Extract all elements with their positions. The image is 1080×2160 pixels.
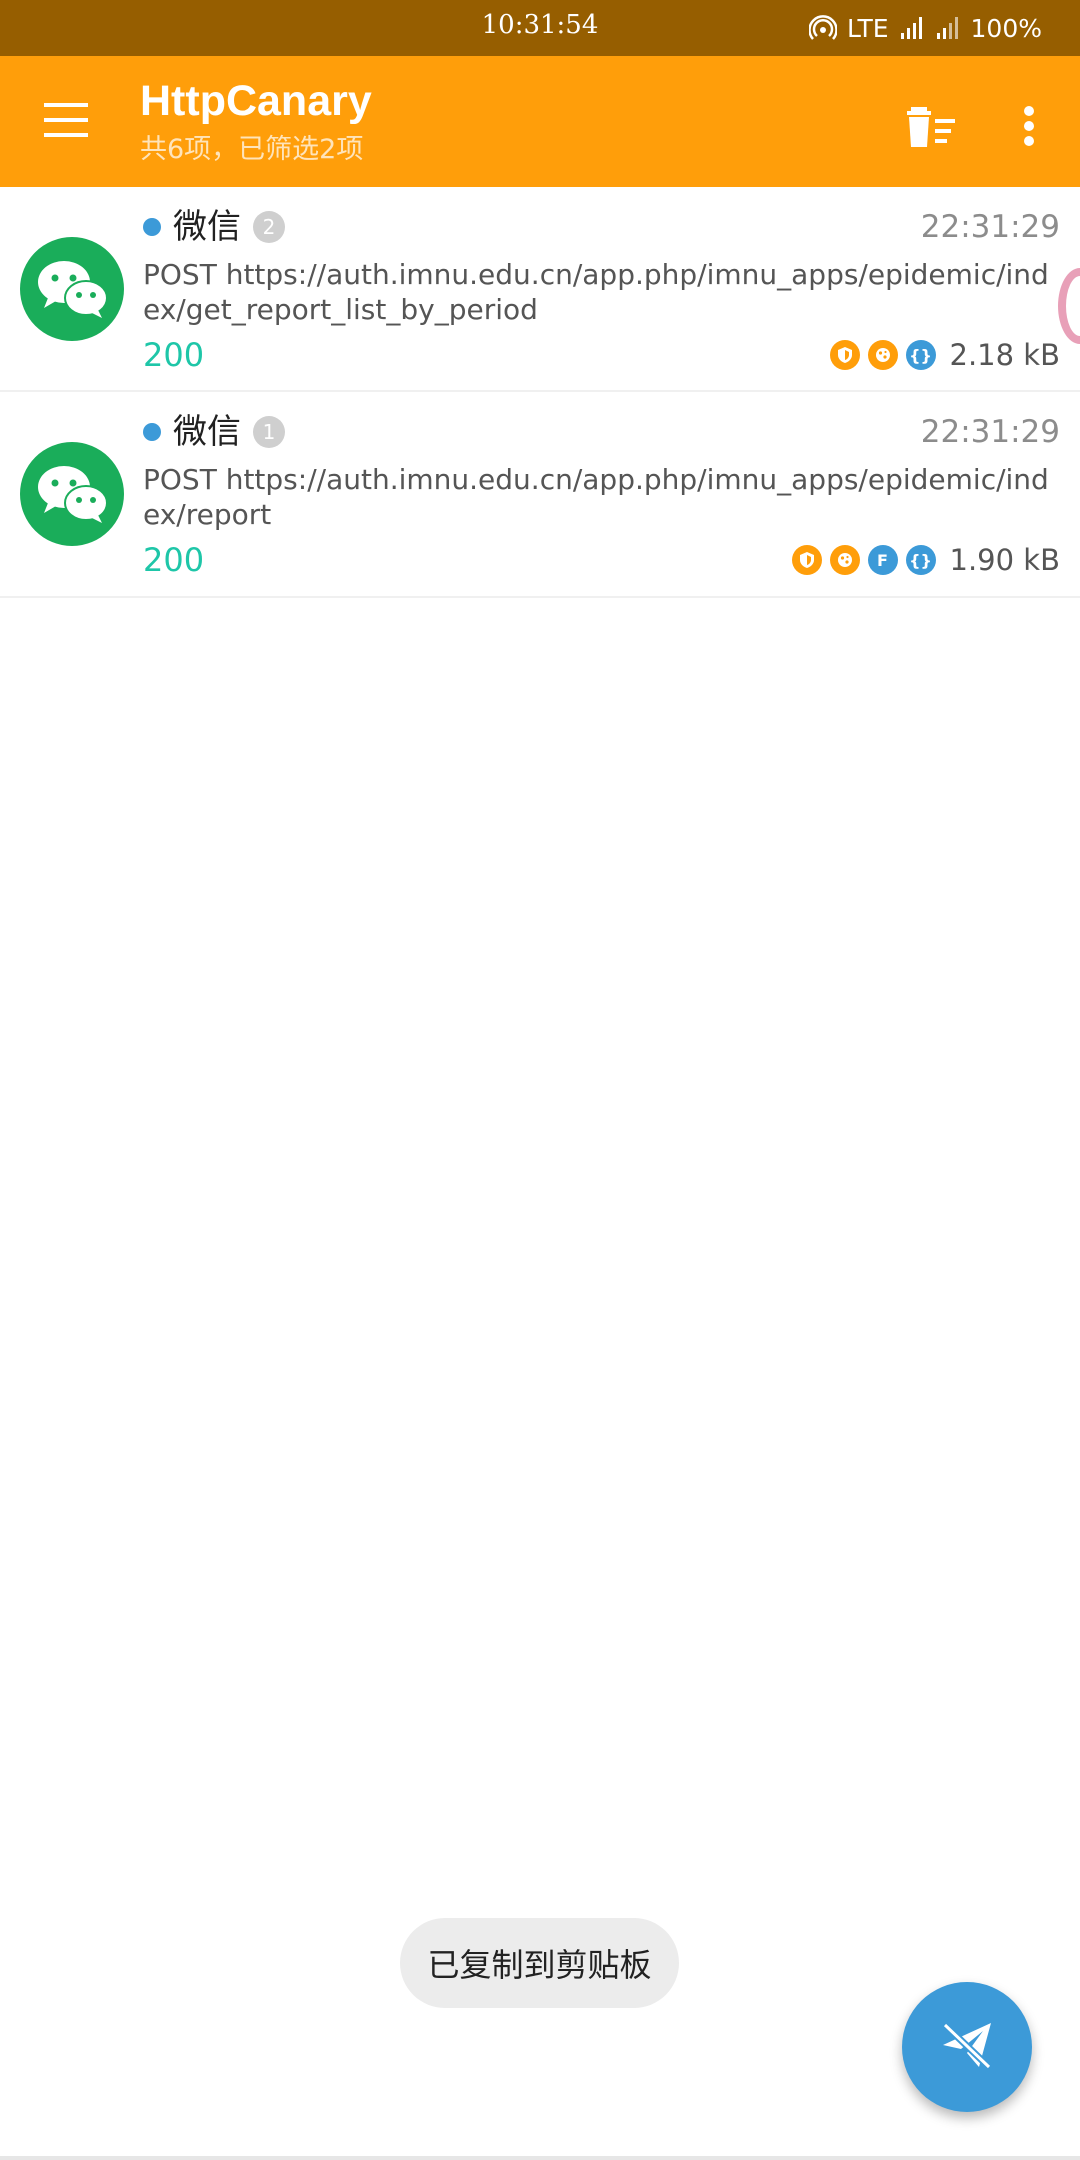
wechat-icon (20, 442, 124, 546)
request-row[interactable]: 微信 2 22:31:29 POST https://auth.imnu.edu… (0, 187, 1080, 392)
json-icon: {} (905, 340, 936, 370)
status-bar: 10:31:54 LTE 100% (0, 0, 1080, 56)
request-url: POST https://auth.imnu.edu.cn/app.php/im… (143, 258, 1049, 326)
ssl-icon (829, 340, 860, 370)
request-time: 22:31:29 (920, 209, 1060, 245)
more-vertical-icon (1023, 106, 1035, 150)
ssl-icon (791, 545, 822, 575)
menu-button[interactable] (30, 90, 102, 154)
filter-summary: 共6项，已筛选2项 (140, 134, 364, 165)
hotspot-icon (808, 14, 837, 42)
cookie-icon (867, 340, 898, 370)
clear-list-icon (907, 105, 955, 151)
app-name: 微信 (173, 207, 241, 247)
app-toolbar: HttpCanary 共6项，已筛选2项 (0, 56, 1080, 187)
capture-toggle-button[interactable] (902, 1982, 1032, 2112)
app-title: HttpCanary (140, 77, 372, 125)
unread-dot (143, 218, 161, 236)
response-size: 1.90 kB (949, 543, 1060, 577)
request-row[interactable]: 微信 1 22:31:29 POST https://auth.imnu.edu… (0, 392, 1080, 598)
response-size: 2.18 kB (949, 338, 1060, 372)
clear-button[interactable] (895, 96, 967, 160)
more-options-button[interactable] (1000, 96, 1058, 160)
request-header: 微信 2 (143, 205, 285, 249)
battery-level: 100% (970, 13, 1042, 43)
hamburger-menu-icon (44, 103, 88, 141)
request-url: POST https://auth.imnu.edu.cn/app.php/im… (143, 463, 1049, 531)
status-code: 200 (143, 336, 205, 374)
request-time: 22:31:29 (920, 414, 1060, 450)
cookie-icon (829, 545, 860, 575)
wechat-icon (20, 237, 124, 341)
status-code: 200 (143, 541, 205, 579)
bottom-divider (0, 2156, 1080, 2160)
network-type: LTE (846, 13, 889, 43)
count-badge: 1 (253, 416, 285, 448)
json-icon: {} (905, 545, 936, 575)
request-list: 微信 2 22:31:29 POST https://auth.imnu.edu… (0, 187, 1080, 598)
form-icon: F (867, 545, 898, 575)
status-indicators: LTE 100% (808, 8, 1042, 48)
app-name: 微信 (173, 412, 241, 452)
signal-icon (935, 15, 961, 41)
request-meta: {} 2.18 kB (829, 335, 1060, 375)
request-meta: F {} 1.90 kB (791, 540, 1060, 580)
signal-icon (899, 15, 925, 41)
toast-message: 已复制到剪贴板 (400, 1918, 679, 2008)
capture-off-icon (939, 2017, 995, 2077)
count-badge: 2 (253, 211, 285, 243)
request-header: 微信 1 (143, 410, 285, 454)
unread-dot (143, 423, 161, 441)
